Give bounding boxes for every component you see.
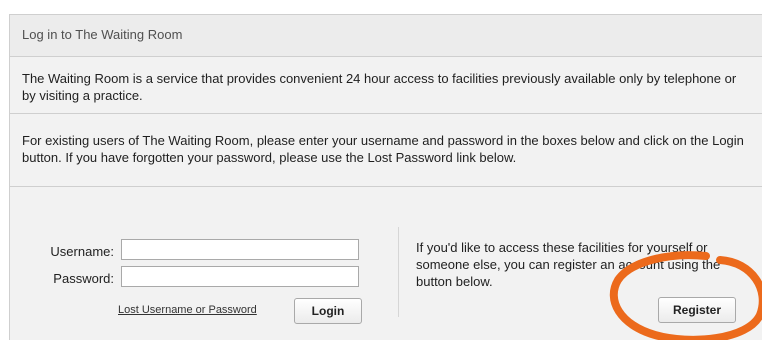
intro-section: The Waiting Room is a service that provi… <box>10 57 762 114</box>
lost-password-link[interactable]: Lost Username or Password <box>118 304 257 316</box>
password-input[interactable] <box>121 266 359 287</box>
username-input[interactable] <box>121 239 359 260</box>
panel-title: Log in to The Waiting Room <box>22 27 183 42</box>
username-label: Username: <box>50 244 114 259</box>
password-label: Password: <box>53 271 114 286</box>
login-button[interactable]: Login <box>294 298 362 324</box>
intro-text: The Waiting Room is a service that provi… <box>22 71 737 103</box>
register-button[interactable]: Register <box>658 297 736 323</box>
instructions-text: For existing users of The Waiting Room, … <box>22 133 744 165</box>
login-form-area: Username: Password: Lost Username or Pas… <box>10 187 762 340</box>
instructions-section: For existing users of The Waiting Room, … <box>10 114 762 187</box>
vertical-divider <box>398 227 399 317</box>
login-page: Log in to The Waiting Room The Waiting R… <box>0 0 762 340</box>
register-text: If you'd like to access these facilities… <box>416 240 721 289</box>
panel-header: Log in to The Waiting Room <box>10 15 762 57</box>
login-panel: Log in to The Waiting Room The Waiting R… <box>9 14 762 340</box>
